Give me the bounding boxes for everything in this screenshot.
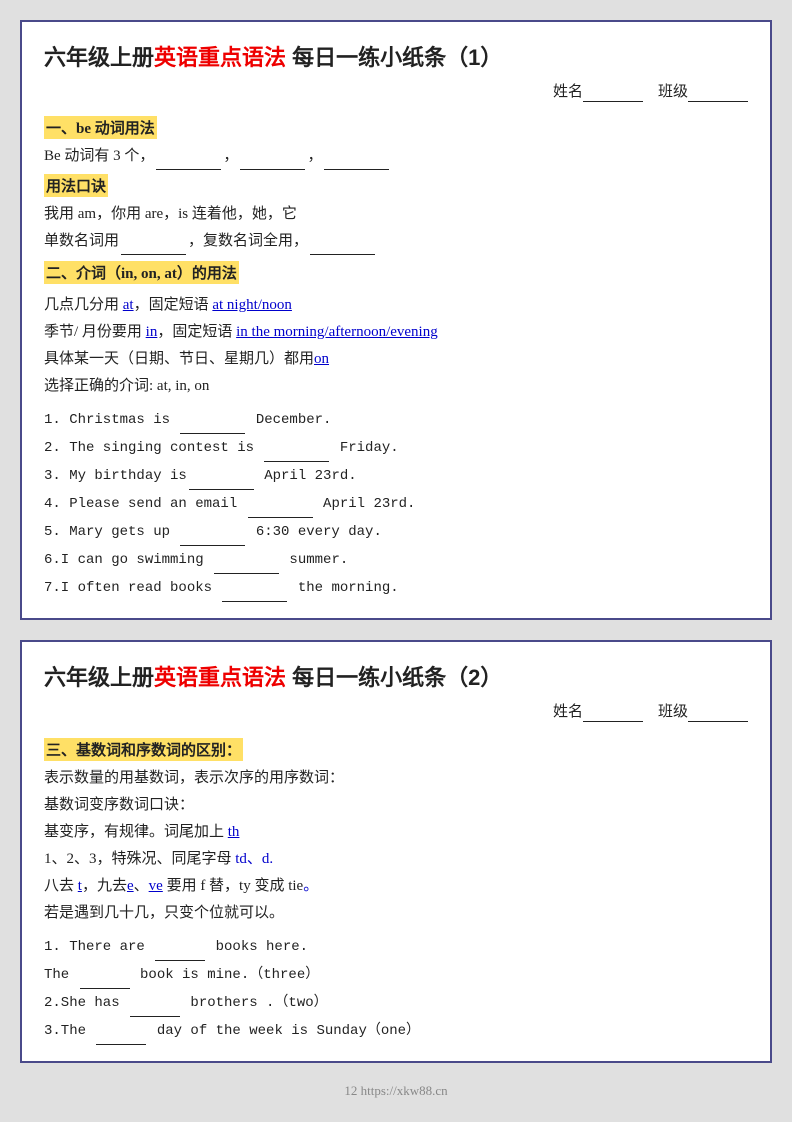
card2-title: 六年级上册英语重点语法 每日一练小纸条（2） bbox=[44, 660, 748, 692]
ex7-blank bbox=[222, 601, 287, 602]
prep-line2: 季节/ 月份要用 in，固定短语 in the morning/afternoo… bbox=[44, 319, 748, 346]
td-text: td、d. bbox=[235, 851, 273, 867]
th-text: th bbox=[228, 824, 240, 840]
prep-in: in bbox=[146, 324, 158, 340]
card1-title-prefix: 六年级上册 bbox=[44, 45, 154, 70]
card2-class-blank bbox=[688, 704, 748, 722]
card2-line1: 表示数量的用基数词，表示次序的用序数词： bbox=[44, 765, 748, 792]
card2-line2: 基数词变序数词口诀： bbox=[44, 792, 748, 819]
be-blank1 bbox=[156, 169, 221, 170]
card1-title: 六年级上册英语重点语法 每日一练小纸条（1） bbox=[44, 40, 748, 72]
card1-name-line: 姓名 班级 bbox=[44, 80, 748, 102]
card2-line3: 基变序，有规律。词尾加上 th bbox=[44, 819, 748, 846]
mnemonic-title: 用法口诀 bbox=[44, 174, 108, 197]
ex2-line: 2. The singing contest is Friday. bbox=[44, 434, 748, 462]
card2-name-line: 姓名 班级 bbox=[44, 700, 748, 722]
card1-class-blank bbox=[688, 84, 748, 102]
prep-line1: 几点几分用 at，固定短语 at night/noon bbox=[44, 292, 748, 319]
exercise-list-2: 1. There are books here. The book is min… bbox=[44, 933, 748, 1045]
preposition-section: 几点几分用 at，固定短语 at night/noon 季节/ 月份要用 in，… bbox=[44, 292, 748, 400]
prep-line3: 具体某一天（日期、节日、星期几）都用on bbox=[44, 346, 748, 373]
card1-title-suffix: 每日一练小纸条（1） bbox=[286, 45, 502, 70]
prep-line4: 选择正确的介词: at, in, on bbox=[44, 373, 748, 400]
card1-title-red: 英语重点语法 bbox=[154, 45, 286, 70]
section3-title: 三、基数词和序数词的区别： bbox=[44, 738, 243, 761]
mnemonic1: 我用 am，你用 are，is 连着他，她，它 bbox=[44, 201, 748, 228]
footer-text: 12 https://xkw88.cn bbox=[344, 1083, 447, 1098]
page-footer: 12 https://xkw88.cn bbox=[20, 1083, 772, 1099]
be-line1: Be 动词有 3 个，，， bbox=[44, 143, 748, 170]
ex7-line: 7.I often read books the morning. bbox=[44, 574, 748, 602]
card2-name-blank bbox=[583, 704, 643, 722]
prep-phrase2: in the morning/afternoon/evening bbox=[236, 324, 438, 340]
mnemonic-blank1 bbox=[121, 254, 186, 255]
prep-on: on bbox=[314, 351, 329, 367]
card2-class-label: 班级 bbox=[658, 704, 688, 720]
card1-class-label: 班级 bbox=[658, 84, 688, 100]
card1-name-label: 姓名 bbox=[553, 84, 583, 100]
ex2-2: 2.She has brothers .（two） bbox=[44, 989, 748, 1017]
prep-at: at bbox=[123, 297, 134, 313]
be-blank3 bbox=[324, 169, 389, 170]
dot-text: 。 bbox=[303, 878, 318, 894]
prep-phrase1: at night/noon bbox=[212, 297, 292, 313]
ex5-line: 5. Mary gets up 6:30 every day. bbox=[44, 518, 748, 546]
card-1: 六年级上册英语重点语法 每日一练小纸条（1） 姓名 班级 一、be 动词用法 B… bbox=[20, 20, 772, 620]
be-blank2 bbox=[240, 169, 305, 170]
ex6-line: 6.I can go swimming summer. bbox=[44, 546, 748, 574]
card2-name-label: 姓名 bbox=[553, 704, 583, 720]
card2-line6: 若是遇到几十几，只变个位就可以。 bbox=[44, 900, 748, 927]
exercise-list-1: 1. Christmas is December. 2. The singing… bbox=[44, 406, 748, 602]
card-2: 六年级上册英语重点语法 每日一练小纸条（2） 姓名 班级 三、基数词和序数词的区… bbox=[20, 640, 772, 1063]
ex1-line: 1. Christmas is December. bbox=[44, 406, 748, 434]
ex4-line: 4. Please send an email April 23rd. bbox=[44, 490, 748, 518]
ve-text: ve bbox=[149, 878, 163, 894]
card2-title-suffix: 每日一练小纸条（2） bbox=[286, 665, 502, 690]
card2-line5: 八去 t，九去e、ve 要用 f 替，ty 变成 tie。 bbox=[44, 873, 748, 900]
ex2-1b: The book is mine.（three） bbox=[44, 961, 748, 989]
e-text: e bbox=[127, 878, 134, 894]
card2-title-prefix: 六年级上册 bbox=[44, 665, 154, 690]
ex2-1a: 1. There are books here. bbox=[44, 933, 748, 961]
t-text: t bbox=[78, 878, 82, 894]
ex3-line: 3. My birthday is April 23rd. bbox=[44, 462, 748, 490]
card2-title-red: 英语重点语法 bbox=[154, 665, 286, 690]
ex2-3-blank bbox=[96, 1044, 146, 1045]
ex2-3: 3.The day of the week is Sunday（one） bbox=[44, 1017, 748, 1045]
mnemonic-blank2 bbox=[310, 254, 375, 255]
card1-name-blank bbox=[583, 84, 643, 102]
section2-title: 二、介词（in, on, at）的用法 bbox=[44, 261, 239, 284]
mnemonic2: 单数名词用，复数名词全用， bbox=[44, 228, 748, 255]
section1-title: 一、be 动词用法 bbox=[44, 116, 157, 139]
card2-line4: 1、2、3，特殊况、同尾字母 td、d. bbox=[44, 846, 748, 873]
